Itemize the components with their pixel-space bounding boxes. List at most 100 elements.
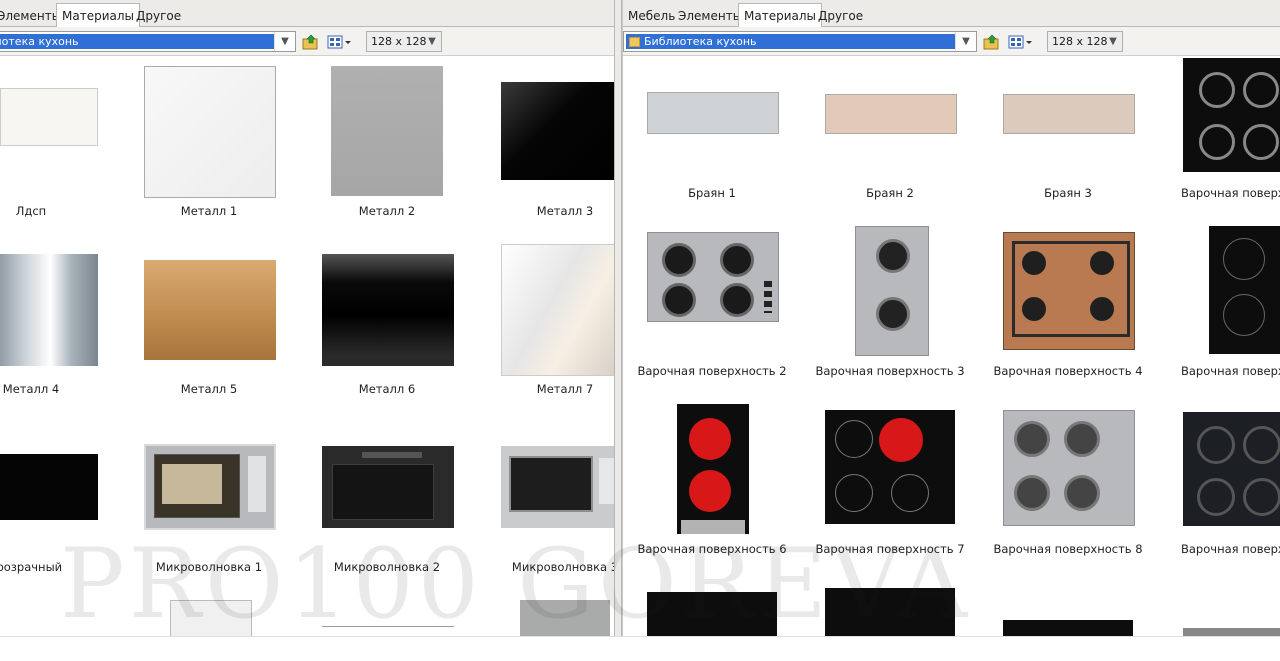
material-thumbnail: [322, 254, 454, 366]
cooktop-thumbnail-partial: [647, 592, 777, 636]
cooktop-thumbnail: [1183, 58, 1280, 172]
material-tile[interactable]: Металл 5: [120, 234, 298, 412]
folder-up-button[interactable]: [300, 31, 322, 52]
material-thumbnail: [144, 260, 276, 360]
material-label: Металл 6: [358, 382, 416, 396]
material-thumbnail-partial: [520, 600, 610, 636]
folder-up-icon: [983, 34, 999, 49]
material-label: Варочная поверхность 4: [993, 364, 1143, 378]
material-tile[interactable]: Варочная поверхность 3: [801, 226, 979, 404]
material-label: Варочная поверхность 3: [815, 364, 965, 378]
right-tab-materials[interactable]: Материалы: [738, 3, 822, 27]
view-mode-button[interactable]: [326, 31, 354, 52]
cooktop-thumbnail: [1209, 226, 1280, 354]
chevron-down-icon[interactable]: ▼: [274, 32, 295, 51]
left-thumb-size-select[interactable]: 128 x 128 ▼: [366, 31, 442, 52]
material-thumbnail: [0, 254, 98, 366]
left-tab-bar: Элементы Материалы Другое: [0, 0, 614, 27]
material-tile[interactable]: Металл 3: [476, 56, 614, 234]
material-label: Варочная поверхность 9: [1181, 542, 1280, 556]
material-thumbnail: [1003, 94, 1135, 134]
material-tile[interactable]: Варочная поверхность 1: [1157, 56, 1280, 234]
left-materials-grid: Лдсп Металл 1 Металл 2 Металл 3 Металл 4…: [0, 56, 614, 636]
cooktop-thumbnail: [647, 232, 779, 322]
right-tab-other[interactable]: Другое: [813, 6, 868, 26]
right-library-panel: Мебель Элементы Материалы Другое Библиот…: [622, 0, 1280, 636]
material-label: Металл 1: [180, 204, 238, 218]
material-thumbnail: [144, 66, 276, 198]
material-tile[interactable]: Браян 2: [801, 56, 979, 234]
right-thumb-size-select[interactable]: 128 x 128 ▼: [1047, 31, 1123, 52]
panel-splitter[interactable]: [614, 0, 622, 636]
right-library-select[interactable]: Библиотека кухонь ▼: [623, 31, 977, 52]
right-tab-furniture[interactable]: Мебель: [623, 6, 680, 26]
folder-icon: [629, 37, 640, 47]
bottom-strip: [0, 636, 1280, 661]
material-tile[interactable]: Металл 7: [476, 234, 614, 412]
cooktop-thumbnail: [825, 410, 955, 524]
cooktop-thumbnail-partial: [825, 588, 955, 636]
material-thumbnail: [0, 88, 98, 146]
material-tile[interactable]: Металл прозрачный: [0, 412, 120, 590]
material-label: Браян 1: [688, 186, 736, 200]
cooktop-thumbnail: [855, 226, 929, 356]
material-label: Варочная поверхность 6: [637, 542, 787, 556]
cooktop-thumbnail-partial: [1003, 620, 1133, 636]
chevron-down-icon[interactable]: ▼: [955, 32, 976, 51]
microwave-thumbnail: [144, 444, 276, 530]
material-tile[interactable]: Микроволновка 1: [120, 412, 298, 590]
material-label: Лдсп: [15, 204, 47, 218]
microwave-thumbnail: [322, 446, 454, 528]
material-label: Варочная поверхность 5: [1181, 364, 1280, 378]
cooktop-thumbnail: [1003, 410, 1135, 526]
left-thumb-size-value: 128 x 128: [371, 35, 427, 48]
left-library-select[interactable]: Библиотека кухонь ▼: [0, 31, 296, 52]
material-tile[interactable]: Варочная поверхность 6: [623, 400, 801, 578]
material-tile[interactable]: Варочная поверхность 2: [623, 226, 801, 404]
material-tile[interactable]: Лдсп: [0, 56, 120, 234]
material-tile[interactable]: Микроволновка 3: [476, 412, 614, 590]
view-mode-button[interactable]: [1007, 31, 1035, 52]
material-tile[interactable]: Металл 1: [120, 56, 298, 234]
material-label: Браян 2: [866, 186, 914, 200]
material-tile[interactable]: Варочная поверхность 4: [979, 226, 1157, 404]
cooktop-thumbnail: [1183, 412, 1280, 526]
material-tile[interactable]: Варочная поверхность 8: [979, 400, 1157, 578]
material-tile[interactable]: Металл 6: [298, 234, 476, 412]
material-thumbnail-partial: [170, 600, 252, 636]
right-materials-grid: Браян 1 Браян 2 Браян 3 Варочная поверхн…: [623, 56, 1280, 636]
material-thumbnail: [647, 92, 779, 134]
material-tile[interactable]: Браян 1: [623, 56, 801, 234]
material-label: Металл 5: [180, 382, 238, 396]
left-tab-other[interactable]: Другое: [131, 6, 186, 26]
material-label: Металл 7: [536, 382, 594, 396]
material-label: Металл 4: [2, 382, 60, 396]
material-tile[interactable]: Металл 4: [0, 234, 120, 412]
material-label: Браян 3: [1044, 186, 1092, 200]
cooktop-thumbnail: [1003, 232, 1135, 350]
material-label: Микроволновка 1: [155, 560, 263, 574]
material-thumbnail: [0, 454, 98, 520]
folder-up-button[interactable]: [981, 31, 1003, 52]
view-mode-icon: [327, 35, 351, 48]
material-thumbnail: [331, 66, 443, 196]
left-tab-materials[interactable]: Материалы: [56, 3, 140, 27]
right-library-field: Библиотека кухонь: [626, 34, 955, 49]
left-toolbar: Библиотека кухонь ▼ 128 x 128 ▼: [0, 27, 614, 56]
material-tile[interactable]: Варочная поверхность 9: [1157, 400, 1280, 578]
right-tab-bar: Мебель Элементы Материалы Другое: [623, 0, 1280, 27]
view-mode-icon: [1008, 35, 1032, 48]
material-label: Варочная поверхность 8: [993, 542, 1143, 556]
material-label: Металл прозрачный: [0, 560, 63, 574]
right-tab-elements[interactable]: Элементы: [673, 6, 747, 26]
cooktop-thumbnail-partial: [1183, 628, 1280, 636]
material-tile[interactable]: Варочная поверхность 5: [1157, 226, 1280, 404]
material-thumbnail-partial: [322, 626, 454, 636]
material-tile[interactable]: Варочная поверхность 7: [801, 400, 979, 578]
right-library-value: Библиотека кухонь: [644, 35, 757, 48]
material-label: Металл 3: [536, 204, 594, 218]
material-tile[interactable]: Металл 2: [298, 56, 476, 234]
material-tile[interactable]: Микроволновка 2: [298, 412, 476, 590]
right-toolbar: Библиотека кухонь ▼ 128 x 128 ▼: [623, 27, 1280, 56]
material-tile[interactable]: Браян 3: [979, 56, 1157, 234]
